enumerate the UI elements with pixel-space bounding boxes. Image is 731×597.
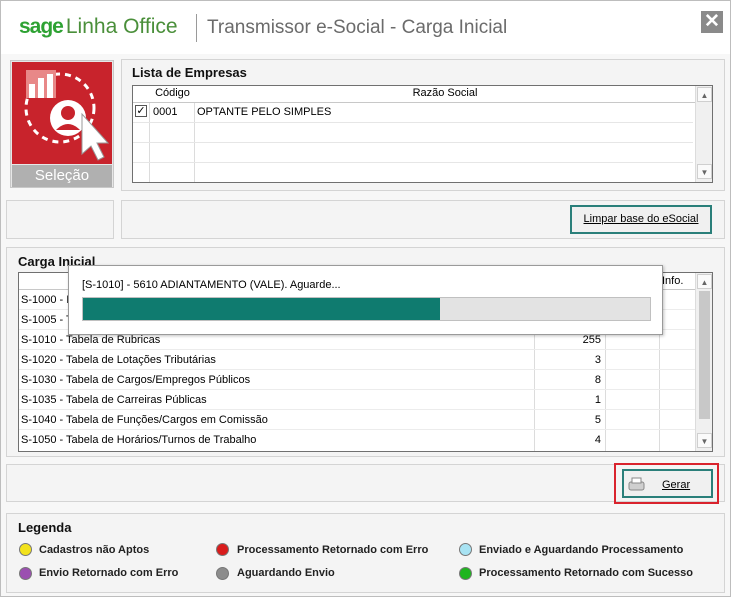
row-count: 255: [582, 334, 601, 346]
row-count: 5: [594, 414, 601, 426]
row-name: S-1005 - T: [21, 314, 73, 326]
row-name: S-1020 - Tabela de Lotações Tributárias: [21, 354, 216, 366]
scroll-down-icon[interactable]: ▼: [697, 164, 712, 179]
empresas-scrollbar[interactable]: ▲ ▼: [695, 86, 712, 182]
empty-panel: [6, 200, 114, 239]
row-razao-social: OPTANTE PELO SIMPLES: [197, 106, 332, 118]
brand-product: Linha Office: [65, 15, 178, 38]
title-bar: sage Linha Office Transmissor e-Social - …: [1, 1, 730, 54]
progress-bar: [82, 297, 651, 321]
legend-label: Envio Retornado com Erro: [39, 567, 179, 579]
legend-label: Processamento Retornado com Sucesso: [479, 567, 693, 579]
legend-dot-gray: [216, 567, 229, 580]
close-icon[interactable]: ✕: [701, 11, 723, 33]
row-count: 8: [594, 374, 601, 386]
table-row[interactable]: ✓ 0001 OPTANTE PELO SIMPLES: [133, 103, 693, 123]
company-selection-icon: [12, 62, 112, 164]
empresas-grid-header: Código Razão Social: [133, 86, 695, 103]
table-row: [133, 123, 693, 143]
scroll-up-icon[interactable]: ▲: [697, 87, 712, 102]
limpar-base-button[interactable]: Limpar base do eSocial: [570, 205, 712, 234]
legend-dot-red: [216, 543, 229, 556]
row-name: S-1000 - I: [21, 294, 70, 306]
gerar-label: Gerar: [662, 479, 691, 491]
row-count: 3: [594, 354, 601, 366]
row-name: S-1010 - Tabela de Rubricas: [21, 334, 161, 346]
row-count: 1: [594, 394, 601, 406]
legend-dot-purple: [19, 567, 32, 580]
legend-dot-yellow: [19, 543, 32, 556]
carga-scrollbar[interactable]: ▲ ▼: [695, 273, 712, 451]
gerar-button[interactable]: Gerar: [622, 469, 713, 498]
table-row[interactable]: S-1040 - Tabela de Funções/Cargos em Com…: [19, 410, 695, 430]
row-count: 4: [594, 434, 601, 446]
legend-label: Cadastros não Aptos: [39, 544, 150, 556]
legend-label: Aguardando Envio: [237, 567, 335, 579]
row-name: S-1050 - Tabela de Horários/Turnos de Tr…: [21, 434, 257, 446]
column-header-info[interactable]: Info.: [662, 275, 683, 287]
window-title: Transmissor e-Social - Carga Inicial: [207, 17, 508, 38]
table-row[interactable]: S-1035 - Tabela de Carreiras Públicas 1: [19, 390, 695, 410]
scroll-up-icon[interactable]: ▲: [697, 274, 712, 289]
progress-dialog: [S-1010] - 5610 ADIANTAMENTO (VALE). Agu…: [68, 265, 663, 335]
legend-label: Processamento Retornado com Erro: [237, 544, 429, 556]
selection-caption: Seleção: [12, 165, 112, 187]
legend-title: Legenda: [18, 520, 72, 535]
table-row[interactable]: S-1020 - Tabela de Lotações Tributárias …: [19, 350, 695, 370]
row-name: S-1035 - Tabela de Carreiras Públicas: [21, 394, 207, 406]
table-row[interactable]: S-1050 - Tabela de Horários/Turnos de Tr…: [19, 430, 695, 450]
legend-dot-lightblue: [459, 543, 472, 556]
column-header-codigo[interactable]: Código: [150, 87, 195, 99]
table-row[interactable]: S-1030 - Tabela de Cargos/Empregos Públi…: [19, 370, 695, 390]
empresas-grid[interactable]: Código Razão Social ✓ 0001 OPTANTE PELO …: [132, 85, 713, 183]
main-window: sage Linha Office Transmissor e-Social - …: [0, 0, 731, 597]
row-name: S-1040 - Tabela de Funções/Cargos em Com…: [21, 414, 268, 426]
title-separator: [196, 14, 197, 42]
table-row: [133, 143, 693, 163]
progress-fill: [83, 298, 440, 320]
progress-message: [S-1010] - 5610 ADIANTAMENTO (VALE). Agu…: [82, 279, 341, 291]
column-header-razao-social[interactable]: Razão Social: [195, 87, 695, 99]
legend-label: Enviado e Aguardando Processamento: [479, 544, 684, 556]
selection-tile[interactable]: Seleção: [10, 60, 114, 188]
gerar-icon: [628, 476, 646, 492]
legend-dot-green: [459, 567, 472, 580]
empresas-title: Lista de Empresas: [132, 65, 247, 80]
scroll-thumb[interactable]: [699, 291, 710, 419]
brand-sage: sage: [19, 15, 64, 38]
row-codigo: 0001: [153, 106, 178, 118]
row-checkbox[interactable]: ✓: [135, 105, 147, 117]
row-name: S-1030 - Tabela de Cargos/Empregos Públi…: [21, 374, 251, 386]
scroll-down-icon[interactable]: ▼: [697, 433, 712, 448]
limpar-base-label: Limpar base do eSocial: [583, 213, 699, 225]
brand-logo: sage Linha Office: [19, 15, 178, 39]
